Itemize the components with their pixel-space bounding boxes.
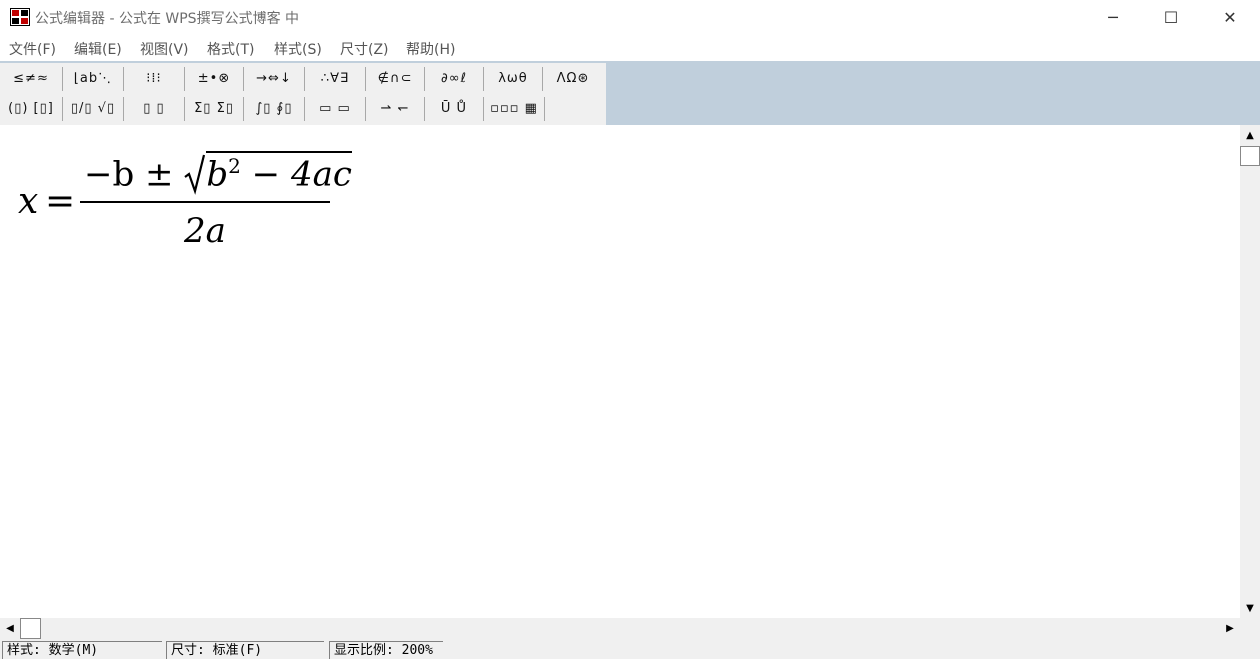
palette-separator (184, 97, 185, 121)
scroll-up-button[interactable]: ▲ (1240, 125, 1260, 145)
products-set-theory-templates-button[interactable]: Ū Ů (426, 94, 482, 122)
operators-palette-button[interactable]: ±•⊗ (186, 64, 242, 92)
menu-bar: 文件(F) 编辑(E) 视图(V) 格式(T) 样式(S) 尺寸(Z) 帮助(H… (0, 36, 1260, 60)
subscript-superscript-templates-button[interactable]: ▯ ▯ (125, 94, 183, 122)
equation-canvas[interactable]: x = −b ± b2 − 4ac 2a (0, 125, 1240, 618)
equation-denominator: 2a (184, 211, 226, 251)
logic-palette-button[interactable]: ∴∀∃ (306, 64, 364, 92)
horizontal-scrollbar[interactable]: ◀ ▶ (0, 618, 1240, 639)
equation-variable-x: x (18, 181, 39, 222)
menu-style[interactable]: 样式(S) (274, 39, 322, 59)
palette-separator (483, 67, 484, 91)
set-theory-palette-button[interactable]: ∉∩⊂ (367, 64, 423, 92)
labeled-arrow-templates-button[interactable]: ⇀ ↽ (367, 94, 423, 122)
status-bar: 样式: 数学(M) 尺寸: 标准(F) 显示比例: 200% (0, 639, 1260, 659)
status-zoom: 显示比例: 200% (329, 641, 443, 659)
fraction-radical-templates-button[interactable]: ▯/▯ √▯ (64, 94, 122, 122)
summation-templates-button[interactable]: Σ▯ Σ▯ (186, 94, 242, 122)
misc-symbols-palette-button[interactable]: ∂∞ℓ (426, 64, 482, 92)
palette-separator (365, 67, 366, 91)
palette-separator (123, 67, 124, 91)
palette-separator (184, 67, 185, 91)
palette-separator (304, 67, 305, 91)
menu-edit[interactable]: 编辑(E) (74, 39, 122, 59)
menu-help[interactable]: 帮助(H) (406, 39, 455, 59)
menu-size[interactable]: 尺寸(Z) (340, 39, 389, 59)
title-bar: 公式编辑器 - 公式在 WPS撰写公式博客 中 ─ ☐ ✕ (0, 0, 1260, 35)
palette-separator (243, 97, 244, 121)
numerator-prefix: −b ± (84, 154, 185, 195)
scroll-left-button[interactable]: ◀ (0, 618, 20, 639)
fraction-bar (80, 201, 330, 203)
radicand-rest: − 4ac (240, 154, 352, 195)
relations-palette-button[interactable]: ≤≠≈ (2, 64, 60, 92)
palette-separator (123, 97, 124, 121)
palette-separator (62, 67, 63, 91)
maximize-button[interactable]: ☐ (1142, 0, 1200, 35)
vertical-scroll-thumb[interactable] (1240, 146, 1260, 166)
scrollbar-corner (1240, 618, 1260, 639)
equation-equals-sign: = (45, 181, 76, 222)
palette-separator (304, 97, 305, 121)
palette-separator (424, 97, 425, 121)
palette-separator (542, 67, 543, 91)
window-title: 公式编辑器 - 公式在 WPS撰写公式博客 中 (35, 11, 300, 27)
symbol-palette: ≤≠≈ ⌊ab⋱ ⁝⁞⁝ ±•⊗ →⇔↓ ∴∀∃ ∉∩⊂ ∂∞ℓ λωθ ΛΩ⊛… (0, 63, 606, 125)
radical-sign-icon (184, 155, 206, 196)
exponent-2: 2 (228, 154, 241, 178)
spaces-ellipses-palette-button[interactable]: ⌊ab⋱ (64, 64, 122, 92)
menu-view[interactable]: 视图(V) (140, 39, 189, 59)
menu-format[interactable]: 格式(T) (207, 39, 254, 59)
status-size: 尺寸: 标准(F) (166, 641, 324, 659)
horizontal-scroll-thumb[interactable] (20, 618, 41, 639)
fence-templates-button[interactable]: (▯) [▯] (2, 94, 60, 122)
equation-numerator: −b ± b2 − 4ac (84, 151, 352, 196)
vertical-scrollbar[interactable]: ▲ ▼ (1240, 125, 1260, 618)
status-style: 样式: 数学(M) (2, 641, 162, 659)
palette-separator (483, 97, 484, 121)
scroll-right-button[interactable]: ▶ (1220, 618, 1240, 639)
equation-editor-app-icon (10, 8, 30, 26)
palette-separator (243, 67, 244, 91)
palette-separator (365, 97, 366, 121)
arrows-palette-button[interactable]: →⇔↓ (245, 64, 303, 92)
palette-separator (544, 97, 545, 121)
close-button[interactable]: ✕ (1201, 0, 1259, 35)
matrix-templates-button[interactable]: ▫▫▫ ▦ (485, 94, 543, 122)
minimize-button[interactable]: ─ (1084, 0, 1142, 35)
menu-file[interactable]: 文件(F) (9, 39, 56, 59)
embellishments-palette-button[interactable]: ⁝⁞⁝ (125, 64, 183, 92)
palette-separator (62, 97, 63, 121)
radicand-b: b (206, 154, 229, 195)
greek-uppercase-palette-button[interactable]: ΛΩ⊛ (544, 64, 602, 92)
palette-separator (424, 67, 425, 91)
overbar-underbar-templates-button[interactable]: ▭ ▭ (306, 94, 364, 122)
scroll-down-button[interactable]: ▼ (1240, 598, 1260, 618)
greek-lowercase-palette-button[interactable]: λωθ (485, 64, 541, 92)
integral-templates-button[interactable]: ∫▯ ∮▯ (245, 94, 303, 122)
